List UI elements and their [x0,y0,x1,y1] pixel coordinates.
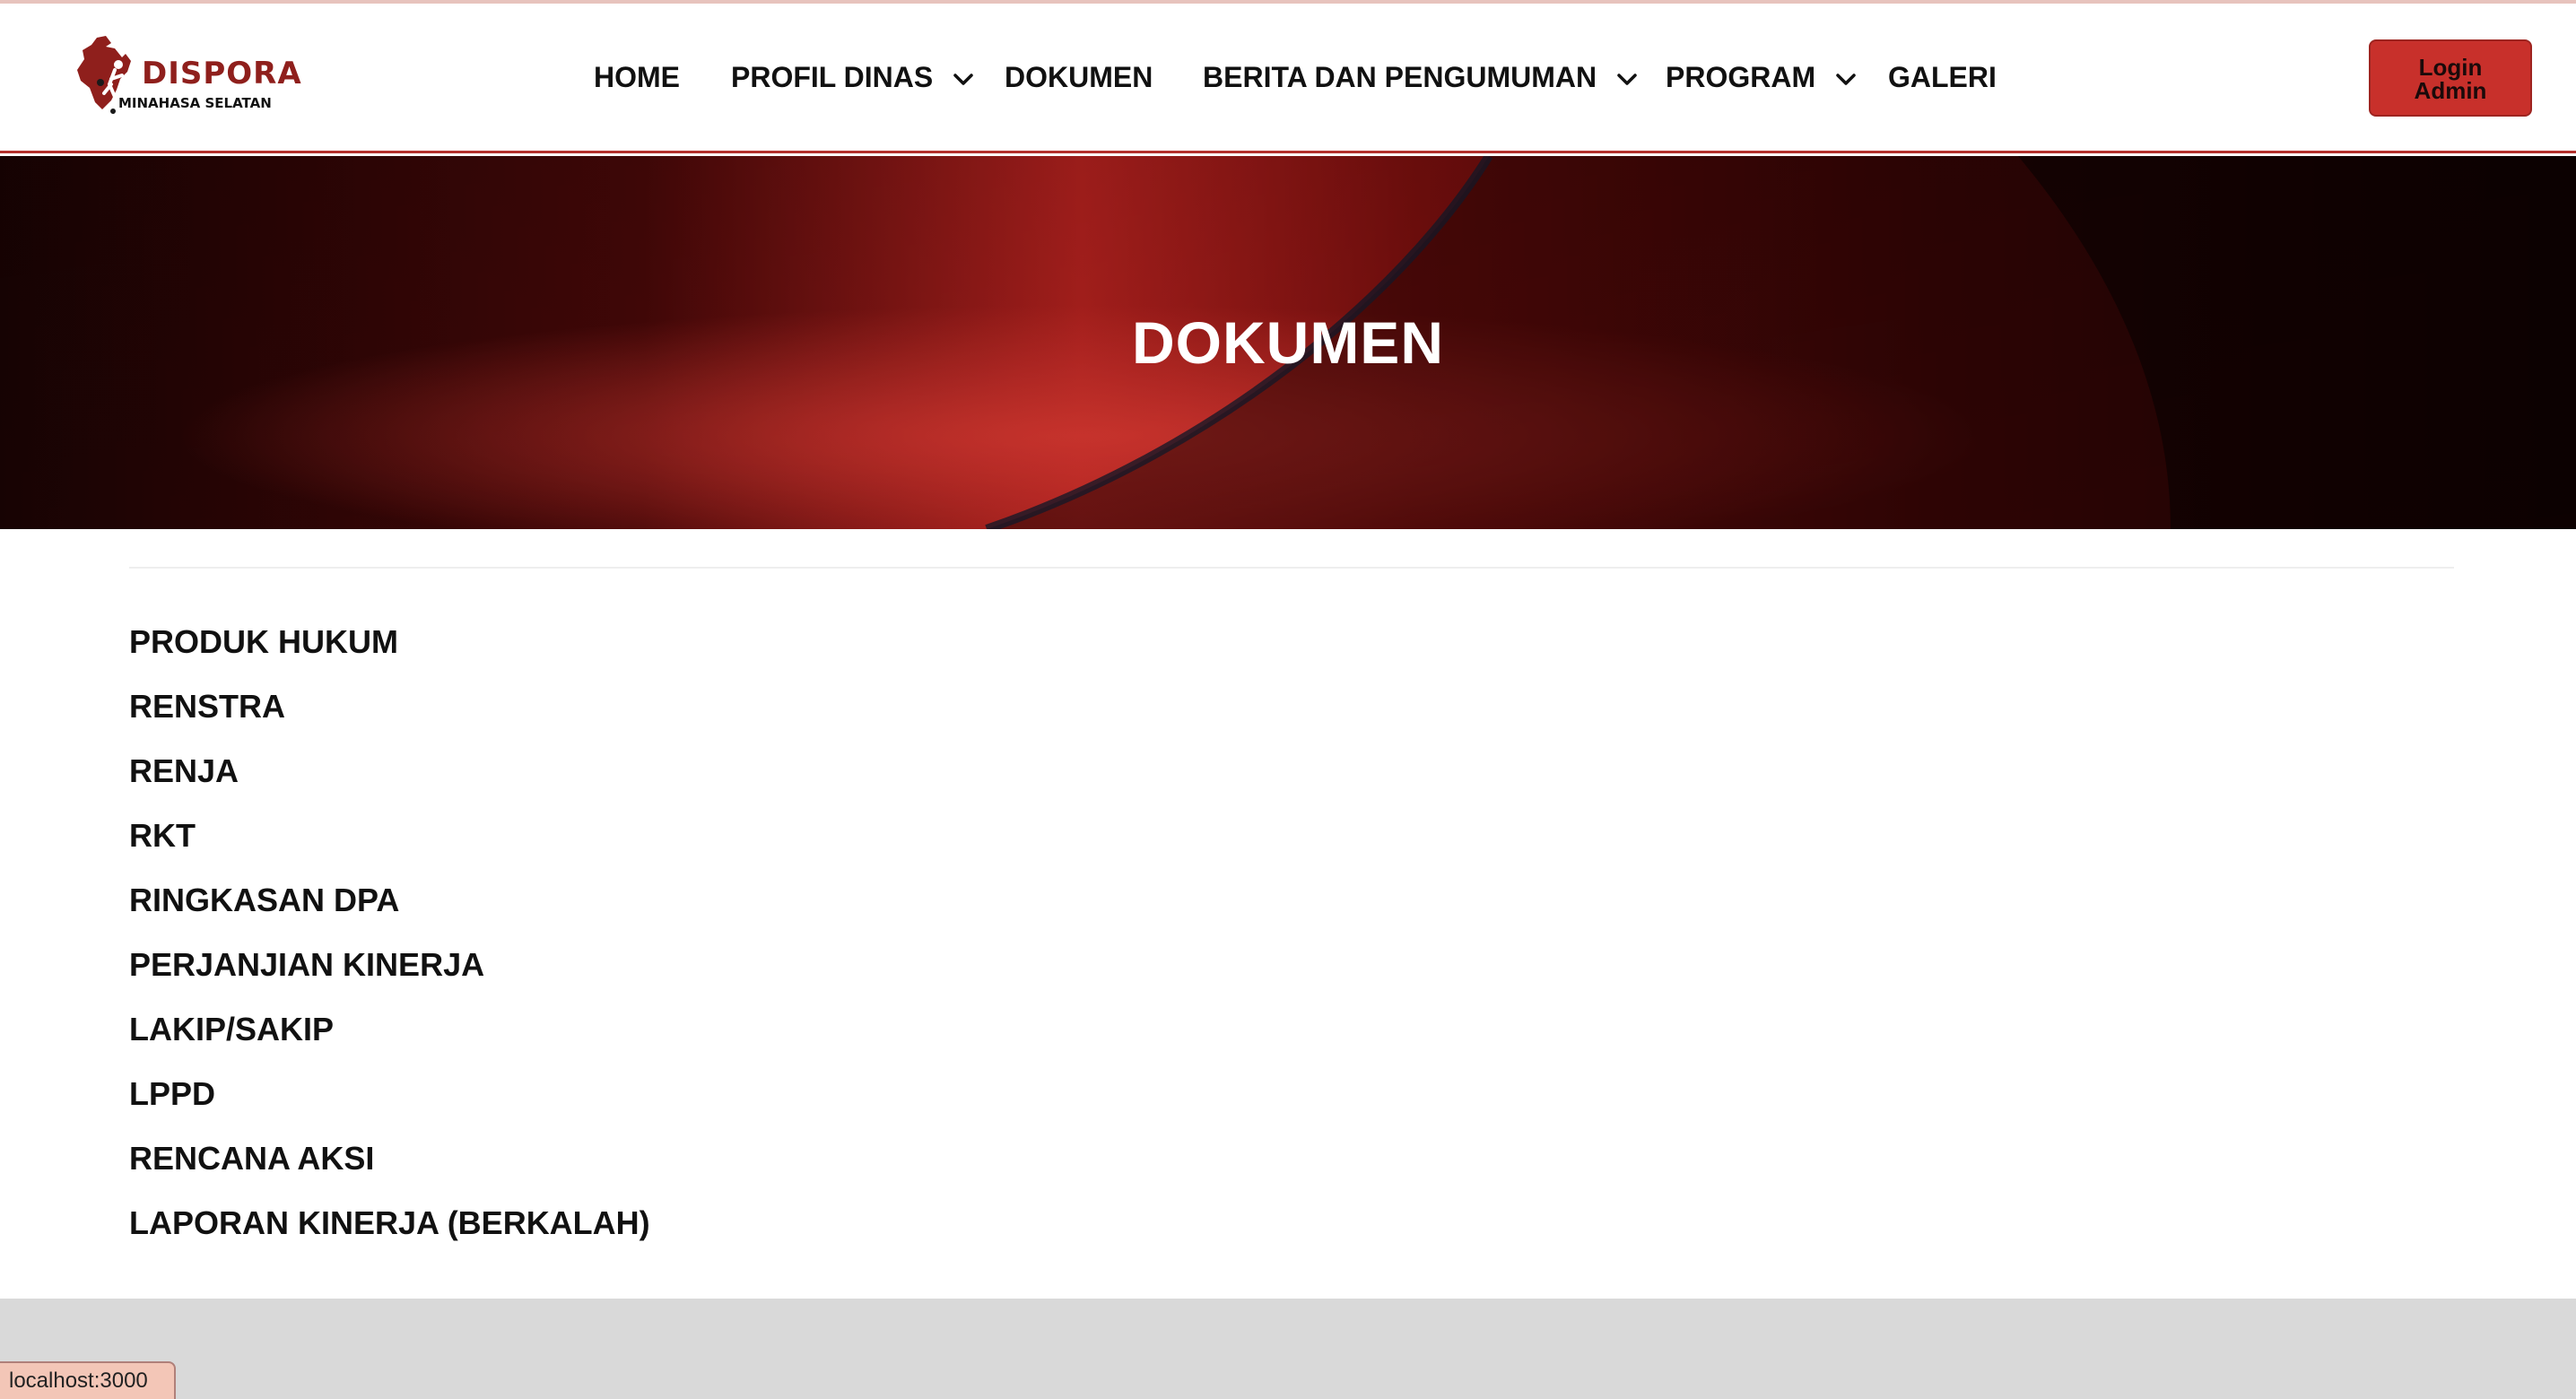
main-nav: HOME PROFIL DINAS DOKUMEN BERITA DAN PEN… [0,4,2576,153]
footer [0,1299,2576,1399]
nav-item-label: GALERI [1888,61,1997,93]
nav-item-home[interactable]: HOME [594,61,680,94]
document-link-renstra[interactable]: RENSTRA [129,683,1205,748]
chevron-down-icon [953,73,973,85]
nav-item-berita-dan-pengumuman[interactable]: BERITA DAN PENGUMUMAN [1203,61,1637,94]
chevron-down-icon [1617,73,1637,85]
document-link-rencana-aksi[interactable]: RENCANA AKSI [129,1135,1205,1200]
document-link-ringkasan-dpa[interactable]: RINGKASAN DPA [129,877,1205,942]
document-list: PRODUK HUKUM RENSTRA RENJA RKT RINGKASAN… [129,619,1205,1264]
hero-banner: DOKUMEN [0,156,2576,529]
document-link-renja[interactable]: RENJA [129,748,1205,812]
page-title: DOKUMEN [1132,309,1444,376]
document-link-rkt[interactable]: RKT [129,812,1205,877]
nav-item-label: HOME [594,61,680,93]
nav-item-profil-dinas[interactable]: PROFIL DINAS [731,61,973,94]
nav-item-program[interactable]: PROGRAM [1666,61,1856,94]
document-link-perjanjian-kinerja[interactable]: PERJANJIAN KINERJA [129,942,1205,1006]
status-bar-url: localhost:3000 [0,1361,176,1399]
navbar: DISPORA MINAHASA SELATAN HOME PROFIL DIN… [0,4,2576,153]
chevron-down-icon [1836,73,1856,85]
nav-item-galeri[interactable]: GALERI [1888,61,1997,94]
document-link-laporan-kinerja[interactable]: LAPORAN KINERJA (BERKALAH) [129,1200,1205,1264]
document-link-lppd[interactable]: LPPD [129,1071,1205,1135]
nav-item-label: PROGRAM [1666,61,1816,93]
document-link-lakip-sakip[interactable]: LAKIP/SAKIP [129,1006,1205,1071]
login-admin-button[interactable]: Login Admin [2369,39,2532,117]
nav-item-label: PROFIL DINAS [731,61,934,93]
nav-item-label: BERITA DAN PENGUMUMAN [1203,61,1597,93]
document-link-produk-hukum[interactable]: PRODUK HUKUM [129,619,1205,683]
nav-item-dokumen[interactable]: DOKUMEN [1005,61,1153,94]
login-button-label-line2: Admin [2414,77,2487,104]
divider [129,567,2454,569]
nav-item-label: DOKUMEN [1005,61,1153,93]
